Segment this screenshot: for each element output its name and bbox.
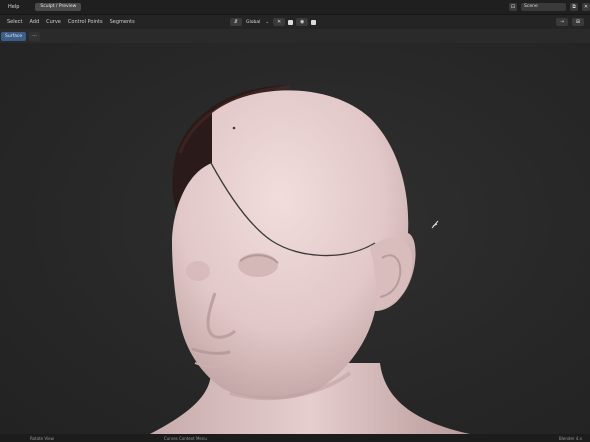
top-bar: Help Sculpt / Preview [0,0,590,15]
copy-icon[interactable]: ⧉ [570,3,578,11]
orientation-icon[interactable]: ⇵ [230,18,242,26]
scene-selector: ⊡ Scene ⧉ ✕ [509,0,590,14]
more-options-icon[interactable]: ⋯ [29,31,41,41]
curve-point [232,126,236,130]
overlay-icon[interactable]: ⊞ [572,18,584,26]
menu-control-points[interactable]: Control Points [68,19,103,25]
orientation-dropdown[interactable]: Global [245,20,261,25]
scene-name-field[interactable]: Scene [521,3,566,11]
proportional-edit-icon[interactable]: ◉ [296,18,309,26]
sculpt-model [150,85,470,434]
scene-icon[interactable]: ⊡ [509,3,517,11]
menu-curve[interactable]: Curve [46,19,61,25]
status-right: Blender 4.x [559,435,582,441]
gizmo-icon[interactable]: ⇢ [556,18,568,26]
menu-segments[interactable]: Segments [110,19,135,25]
status-middle: Curves Context Menu [163,435,207,441]
snap-icon[interactable]: ✕ [273,18,286,26]
viewport-right-tools: ⇢ ⊞ [556,17,584,27]
chevron-down-icon[interactable]: ⌄ [264,20,270,25]
ear [370,237,413,311]
mode-bar: Surface ⋯ [0,31,41,41]
workspace-tab[interactable]: Sculpt / Preview [35,3,82,11]
status-left: Rotate View [30,435,54,441]
surface-mode-button[interactable]: Surface [1,31,27,41]
proportional-toggle[interactable] [311,19,317,25]
close-icon[interactable]: ✕ [582,3,590,11]
menu-help[interactable]: Help [8,4,19,10]
cursor-icon [431,220,439,229]
eye [238,253,278,277]
status-bar: Rotate View Curves Context Menu Blender … [0,434,590,442]
menu-add[interactable]: Add [29,19,39,25]
transform-tools: ⇵ Global ⌄ ✕ ◉ [230,17,317,27]
3d-viewport[interactable] [0,43,590,434]
menu-select[interactable]: Select [7,19,22,25]
snap-toggle[interactable] [288,19,294,25]
